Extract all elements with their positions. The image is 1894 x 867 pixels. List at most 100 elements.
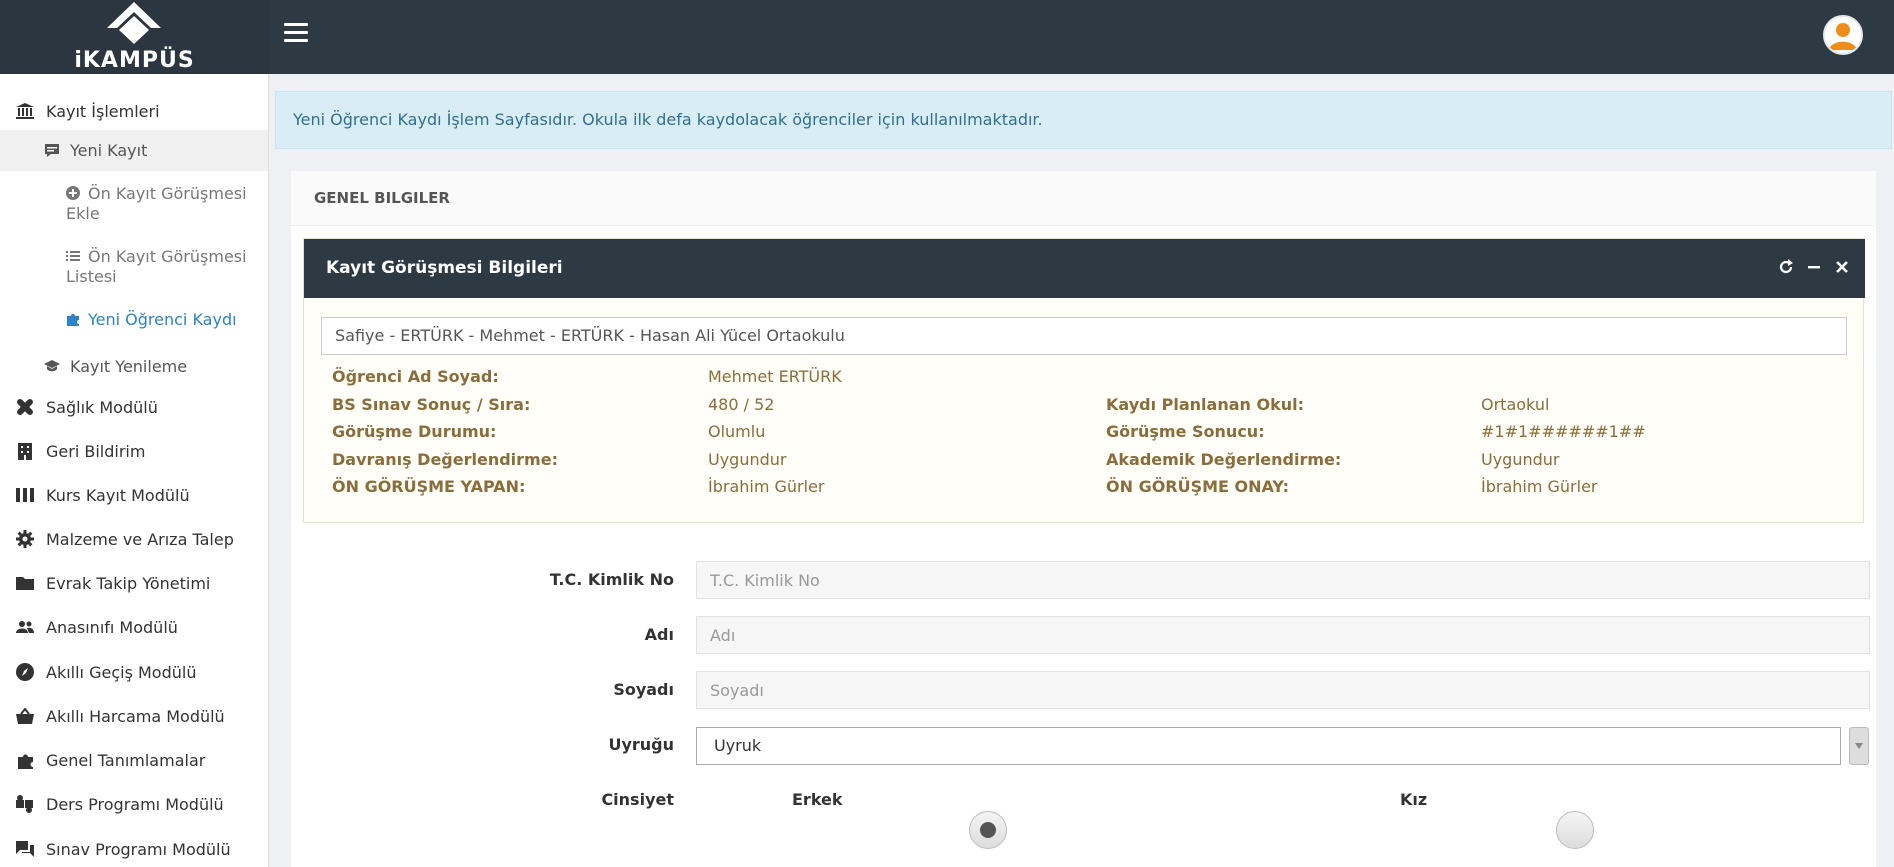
- bank-icon: [15, 102, 35, 120]
- behavior-eval-label: Davranış Değerlendirme:: [332, 450, 558, 469]
- academic-eval-label: Akademik Değerlendirme:: [1106, 450, 1342, 469]
- student-name-label: Öğrenci Ad Soyad:: [332, 367, 499, 386]
- building-icon: [15, 442, 35, 460]
- gender-female-radio[interactable]: [1556, 811, 1594, 849]
- card-tools: [1777, 258, 1851, 276]
- bs-exam-value: 480 / 52: [708, 395, 775, 414]
- approver-label: ÖN GÖRÜŞME ONAY:: [1106, 477, 1289, 496]
- sidebar-item-yeni-kayit[interactable]: Yeni Kayıt: [0, 130, 268, 171]
- puzzle-icon: [67, 314, 79, 326]
- student-name-value: Mehmet ERTÜRK: [708, 367, 842, 386]
- sidebar-item-akilli-harcama[interactable]: Akıllı Harcama Modülü: [0, 700, 268, 732]
- sidebar-item-label: Genel Tanımlamalar: [46, 750, 206, 770]
- sidebar-item-label: Sağlık Modülü: [46, 397, 158, 417]
- nationality-select[interactable]: Uyruk: [696, 727, 1841, 765]
- refresh-icon[interactable]: [1777, 258, 1795, 276]
- sidebar-item-kayit-islemleri[interactable]: Kayıt İşlemleri: [0, 95, 268, 127]
- sidebar-item-label: Ders Programı Modülü: [46, 794, 224, 814]
- logo-text: iKAMPÜS: [74, 48, 195, 73]
- sidebar-item-label: Sınav Programı Modülü: [46, 839, 231, 859]
- columns-icon: [15, 486, 35, 504]
- interview-result-label: Görüşme Sonucu:: [1106, 422, 1265, 441]
- gender-male-label: Erkek: [792, 790, 843, 809]
- sidebar-item-evrak-takip[interactable]: Evrak Takip Yönetimi: [0, 567, 268, 599]
- interview-status-value: Olumlu: [708, 422, 766, 441]
- chat-icon: [15, 840, 35, 858]
- sidebar-item-label: Malzeme ve Arıza Talep: [46, 529, 234, 549]
- name-label: Adı: [644, 625, 674, 644]
- approver-value: İbrahim Gürler: [1481, 477, 1598, 496]
- surname-input[interactable]: [696, 671, 1870, 709]
- sidebar-item-akilli-gecis[interactable]: Akıllı Geçiş Modülü: [0, 656, 268, 688]
- chevron-down-icon[interactable]: [1849, 727, 1869, 765]
- surname-label: Soyadı: [613, 680, 674, 699]
- sidebar-item-label: Akıllı Geçiş Modülü: [46, 662, 197, 682]
- close-icon[interactable]: [1833, 258, 1851, 276]
- info-alert: Yeni Öğrenci Kaydı İşlem Sayfasıdır. Oku…: [275, 91, 1892, 149]
- sidebar: Kayıt İşlemleri Yeni Kayıt Ön Kayıt Görü…: [0, 74, 269, 867]
- interview-record-select[interactable]: Safiye - ERTÜRK - Mehmet - ERTÜRK - Hasa…: [321, 317, 1847, 355]
- sidebar-item-label: Ön Kayıt Görüşmesi Listesi: [66, 247, 247, 286]
- sidebar-item-yeni-ogrenci-kaydi[interactable]: Yeni Öğrenci Kaydı: [66, 310, 261, 330]
- sidebar-item-genel-tanimlamalar[interactable]: Genel Tanımlamalar: [0, 744, 268, 776]
- interview-result-value: #1#1######1##: [1481, 422, 1646, 441]
- bs-exam-label: BS Sınav Sonuç / Sıra:: [332, 395, 531, 414]
- sidebar-item-malzeme-ariza[interactable]: Malzeme ve Arıza Talep: [0, 523, 268, 555]
- sidebar-item-label: Ön Kayıt Görüşmesi Ekle: [66, 184, 247, 223]
- card-title-text: Kayıt Görüşmesi Bilgileri: [326, 258, 563, 278]
- sidebar-item-label: Kayıt Yenileme: [70, 356, 188, 376]
- behavior-eval-value: Uygundur: [708, 450, 787, 469]
- sidebar-item-kayit-yenileme[interactable]: Kayıt Yenileme: [0, 350, 268, 382]
- nationality-label: Uyruğu: [608, 735, 674, 754]
- interview-status-label: Görüşme Durumu:: [332, 422, 497, 441]
- logo[interactable]: iKAMPÜS: [0, 0, 269, 74]
- sidebar-item-label: Evrak Takip Yönetimi: [46, 573, 211, 593]
- sidebar-item-label: Yeni Öğrenci Kaydı: [88, 310, 237, 329]
- menu-toggle-icon[interactable]: [284, 23, 308, 45]
- academic-eval-value: Uygundur: [1481, 450, 1560, 469]
- planned-school-label: Kaydı Planlanan Okul:: [1106, 395, 1304, 414]
- interview-info-card: Kayıt Görüşmesi Bilgileri Safiye - ERTÜR…: [303, 238, 1865, 523]
- gender-female-label: Kız: [1400, 790, 1428, 809]
- name-input[interactable]: [696, 616, 1870, 654]
- user-icon: [1825, 17, 1861, 53]
- basket-icon: [15, 707, 35, 725]
- sidebar-item-label: Anasınıfı Modülü: [46, 617, 178, 637]
- interviewer-value: İbrahim Gürler: [708, 477, 825, 496]
- sidebar-item-label: Kurs Kayıt Modülü: [46, 485, 190, 505]
- message-square-icon: [44, 143, 60, 159]
- interviewer-label: ÖN GÖRÜŞME YAPAN:: [332, 477, 526, 496]
- user-avatar[interactable]: [1823, 15, 1863, 55]
- minimize-icon[interactable]: [1805, 258, 1823, 276]
- sidebar-item-on-kayit-listesi[interactable]: Ön Kayıt Görüşmesi Listesi: [66, 247, 261, 287]
- sidebar-item-sinav-programi[interactable]: Sınav Programı Modülü: [0, 833, 268, 865]
- tc-label: T.C. Kimlik No: [549, 570, 674, 589]
- gender-label: Cinsiyet: [601, 790, 674, 809]
- sidebar-item-label: Akıllı Harcama Modülü: [46, 706, 225, 726]
- panel-title: GENEL BILGILER: [291, 171, 1876, 226]
- tc-input[interactable]: [696, 561, 1870, 599]
- list-icon: [66, 251, 80, 261]
- users-icon: [15, 618, 35, 636]
- folder-icon: [15, 574, 35, 592]
- sidebar-item-geri-bildirim[interactable]: Geri Bildirim: [0, 435, 268, 467]
- graduation-cap-icon: [44, 358, 60, 374]
- puzzle-icon: [15, 751, 35, 769]
- sidebar-item-saglik[interactable]: Sağlık Modülü: [0, 391, 268, 423]
- planned-school-value: Ortaokul: [1481, 395, 1550, 414]
- sidebar-item-label: Geri Bildirim: [46, 441, 146, 461]
- top-bar: iKAMPÜS: [0, 0, 1894, 74]
- gender-male-radio[interactable]: [969, 811, 1007, 849]
- sidebar-item-anasinifi[interactable]: Anasınıfı Modülü: [0, 611, 268, 643]
- card-title: Kayıt Görüşmesi Bilgileri: [304, 239, 1865, 298]
- compass-icon: [15, 663, 35, 681]
- logo-mark-icon: [107, 2, 161, 44]
- sidebar-item-label: Kayıt İşlemleri: [46, 101, 160, 121]
- sidebar-item-ders-programi[interactable]: Ders Programı Modülü: [0, 788, 268, 820]
- sidebar-item-on-kayit-ekle[interactable]: Ön Kayıt Görüşmesi Ekle: [66, 184, 261, 224]
- sidebar-item-kurs-kayit[interactable]: Kurs Kayıt Modülü: [0, 479, 268, 511]
- gear-icon: [15, 530, 35, 548]
- plus-circle-icon: [66, 186, 80, 200]
- puzzle-piece-icon: [15, 795, 35, 813]
- bandage-icon: [15, 398, 35, 416]
